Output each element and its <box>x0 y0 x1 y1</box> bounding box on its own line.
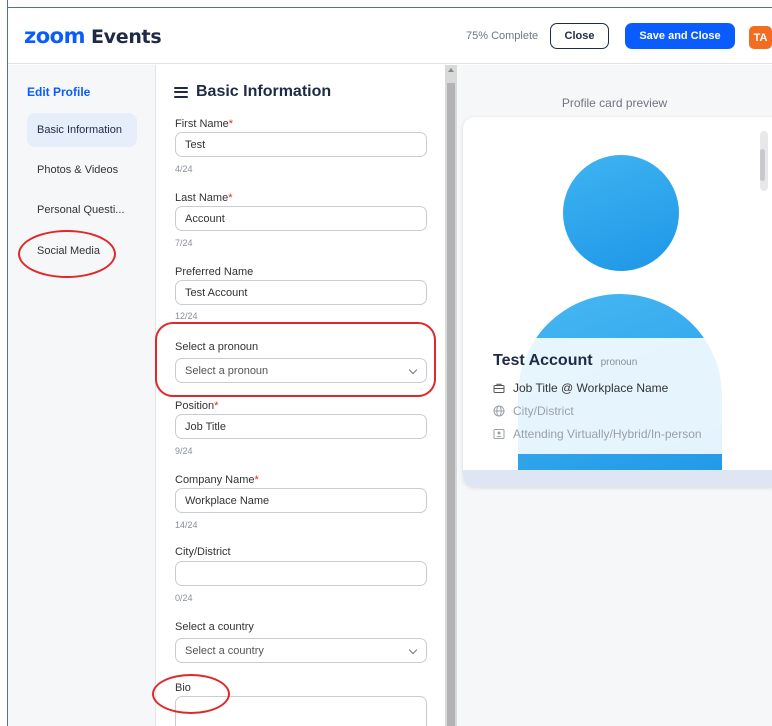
position-label: Position* <box>175 400 219 412</box>
avatar-placeholder-head <box>563 155 679 271</box>
last-name-counter: 7/24 <box>175 238 193 248</box>
city-district-counter: 0/24 <box>175 593 193 603</box>
city-district-field[interactable] <box>175 561 427 586</box>
country-label: Select a country <box>175 621 254 633</box>
profile-info-box: Test Account pronoun Job Title @ Workpla… <box>485 338 761 454</box>
user-avatar[interactable]: TA <box>749 26 772 49</box>
zoom-events-logo: zoom Events <box>24 24 162 48</box>
profile-name-row: Test Account pronoun <box>493 352 637 370</box>
annotation-social-media <box>18 230 116 278</box>
city-row: City/District <box>493 404 574 418</box>
last-name-label: Last Name* <box>175 192 233 204</box>
top-header: zoom Events 75% Complete Close Save and … <box>8 8 772 64</box>
preferred-name-counter: 12/24 <box>175 311 198 321</box>
annotation-bio <box>152 674 230 714</box>
id-badge-icon <box>493 428 505 440</box>
profile-card: Test Account pronoun Job Title @ Workpla… <box>463 117 772 487</box>
first-name-counter: 4/24 <box>175 164 193 174</box>
form-scrollbar[interactable] <box>445 65 457 726</box>
country-select[interactable]: Select a country <box>175 638 427 663</box>
city-text: City/District <box>513 404 574 418</box>
sidebar-title: Edit Profile <box>27 85 91 99</box>
first-name-field[interactable]: Test <box>175 132 427 157</box>
sidebar-item-photos-videos[interactable]: Photos & Videos <box>27 153 137 187</box>
save-and-close-button[interactable]: Save and Close <box>625 23 735 49</box>
attendance-row: Attending Virtually/Hybrid/In-person <box>493 427 702 441</box>
sidebar-item-basic-information[interactable]: Basic Information <box>27 113 137 147</box>
progress-status: 75% Complete <box>466 30 539 42</box>
card-scrollbar-thumb[interactable] <box>760 149 765 181</box>
preferred-name-field[interactable]: Test Account <box>175 280 427 305</box>
sidebar-item-personal-questions[interactable]: Personal Questi... <box>27 193 137 227</box>
position-counter: 9/24 <box>175 446 193 456</box>
preview-title: Profile card preview <box>561 96 668 110</box>
profile-pronoun: pronoun <box>600 357 638 368</box>
section-title: Basic Information <box>196 83 332 100</box>
close-button[interactable]: Close <box>550 23 609 49</box>
company-name-counter: 14/24 <box>175 520 198 530</box>
menu-icon <box>174 86 188 98</box>
attendance-text: Attending Virtually/Hybrid/In-person <box>513 427 702 441</box>
annotation-pronoun <box>155 322 436 397</box>
preferred-name-label: Preferred Name <box>175 266 254 278</box>
city-district-label: City/District <box>175 546 231 558</box>
job-text: Job Title @ Workplace Name <box>513 381 669 395</box>
chevron-down-icon <box>408 645 418 655</box>
company-name-label: Company Name* <box>175 474 259 486</box>
section-header: Basic Information <box>174 83 331 101</box>
briefcase-icon <box>493 382 505 394</box>
scrollbar-thumb[interactable] <box>447 83 455 726</box>
logo-events-text: Events <box>90 26 162 48</box>
country-select-value: Select a country <box>185 644 264 657</box>
profile-name: Test Account <box>493 352 593 369</box>
company-name-field[interactable]: Workplace Name <box>175 488 427 513</box>
globe-icon <box>493 405 505 417</box>
logo-zoom-text: zoom <box>24 24 85 48</box>
first-name-label: First Name* <box>175 118 234 130</box>
position-field[interactable]: Job Title <box>175 414 427 439</box>
card-footer <box>463 470 772 487</box>
last-name-field[interactable]: Account <box>175 206 427 231</box>
scroll-up-icon[interactable] <box>448 68 454 72</box>
edit-profile-sidebar: Edit Profile Basic Information Photos & … <box>8 65 156 726</box>
job-row: Job Title @ Workplace Name <box>493 381 668 395</box>
profile-preview-panel: Profile card preview Test Account pronou… <box>457 65 772 726</box>
